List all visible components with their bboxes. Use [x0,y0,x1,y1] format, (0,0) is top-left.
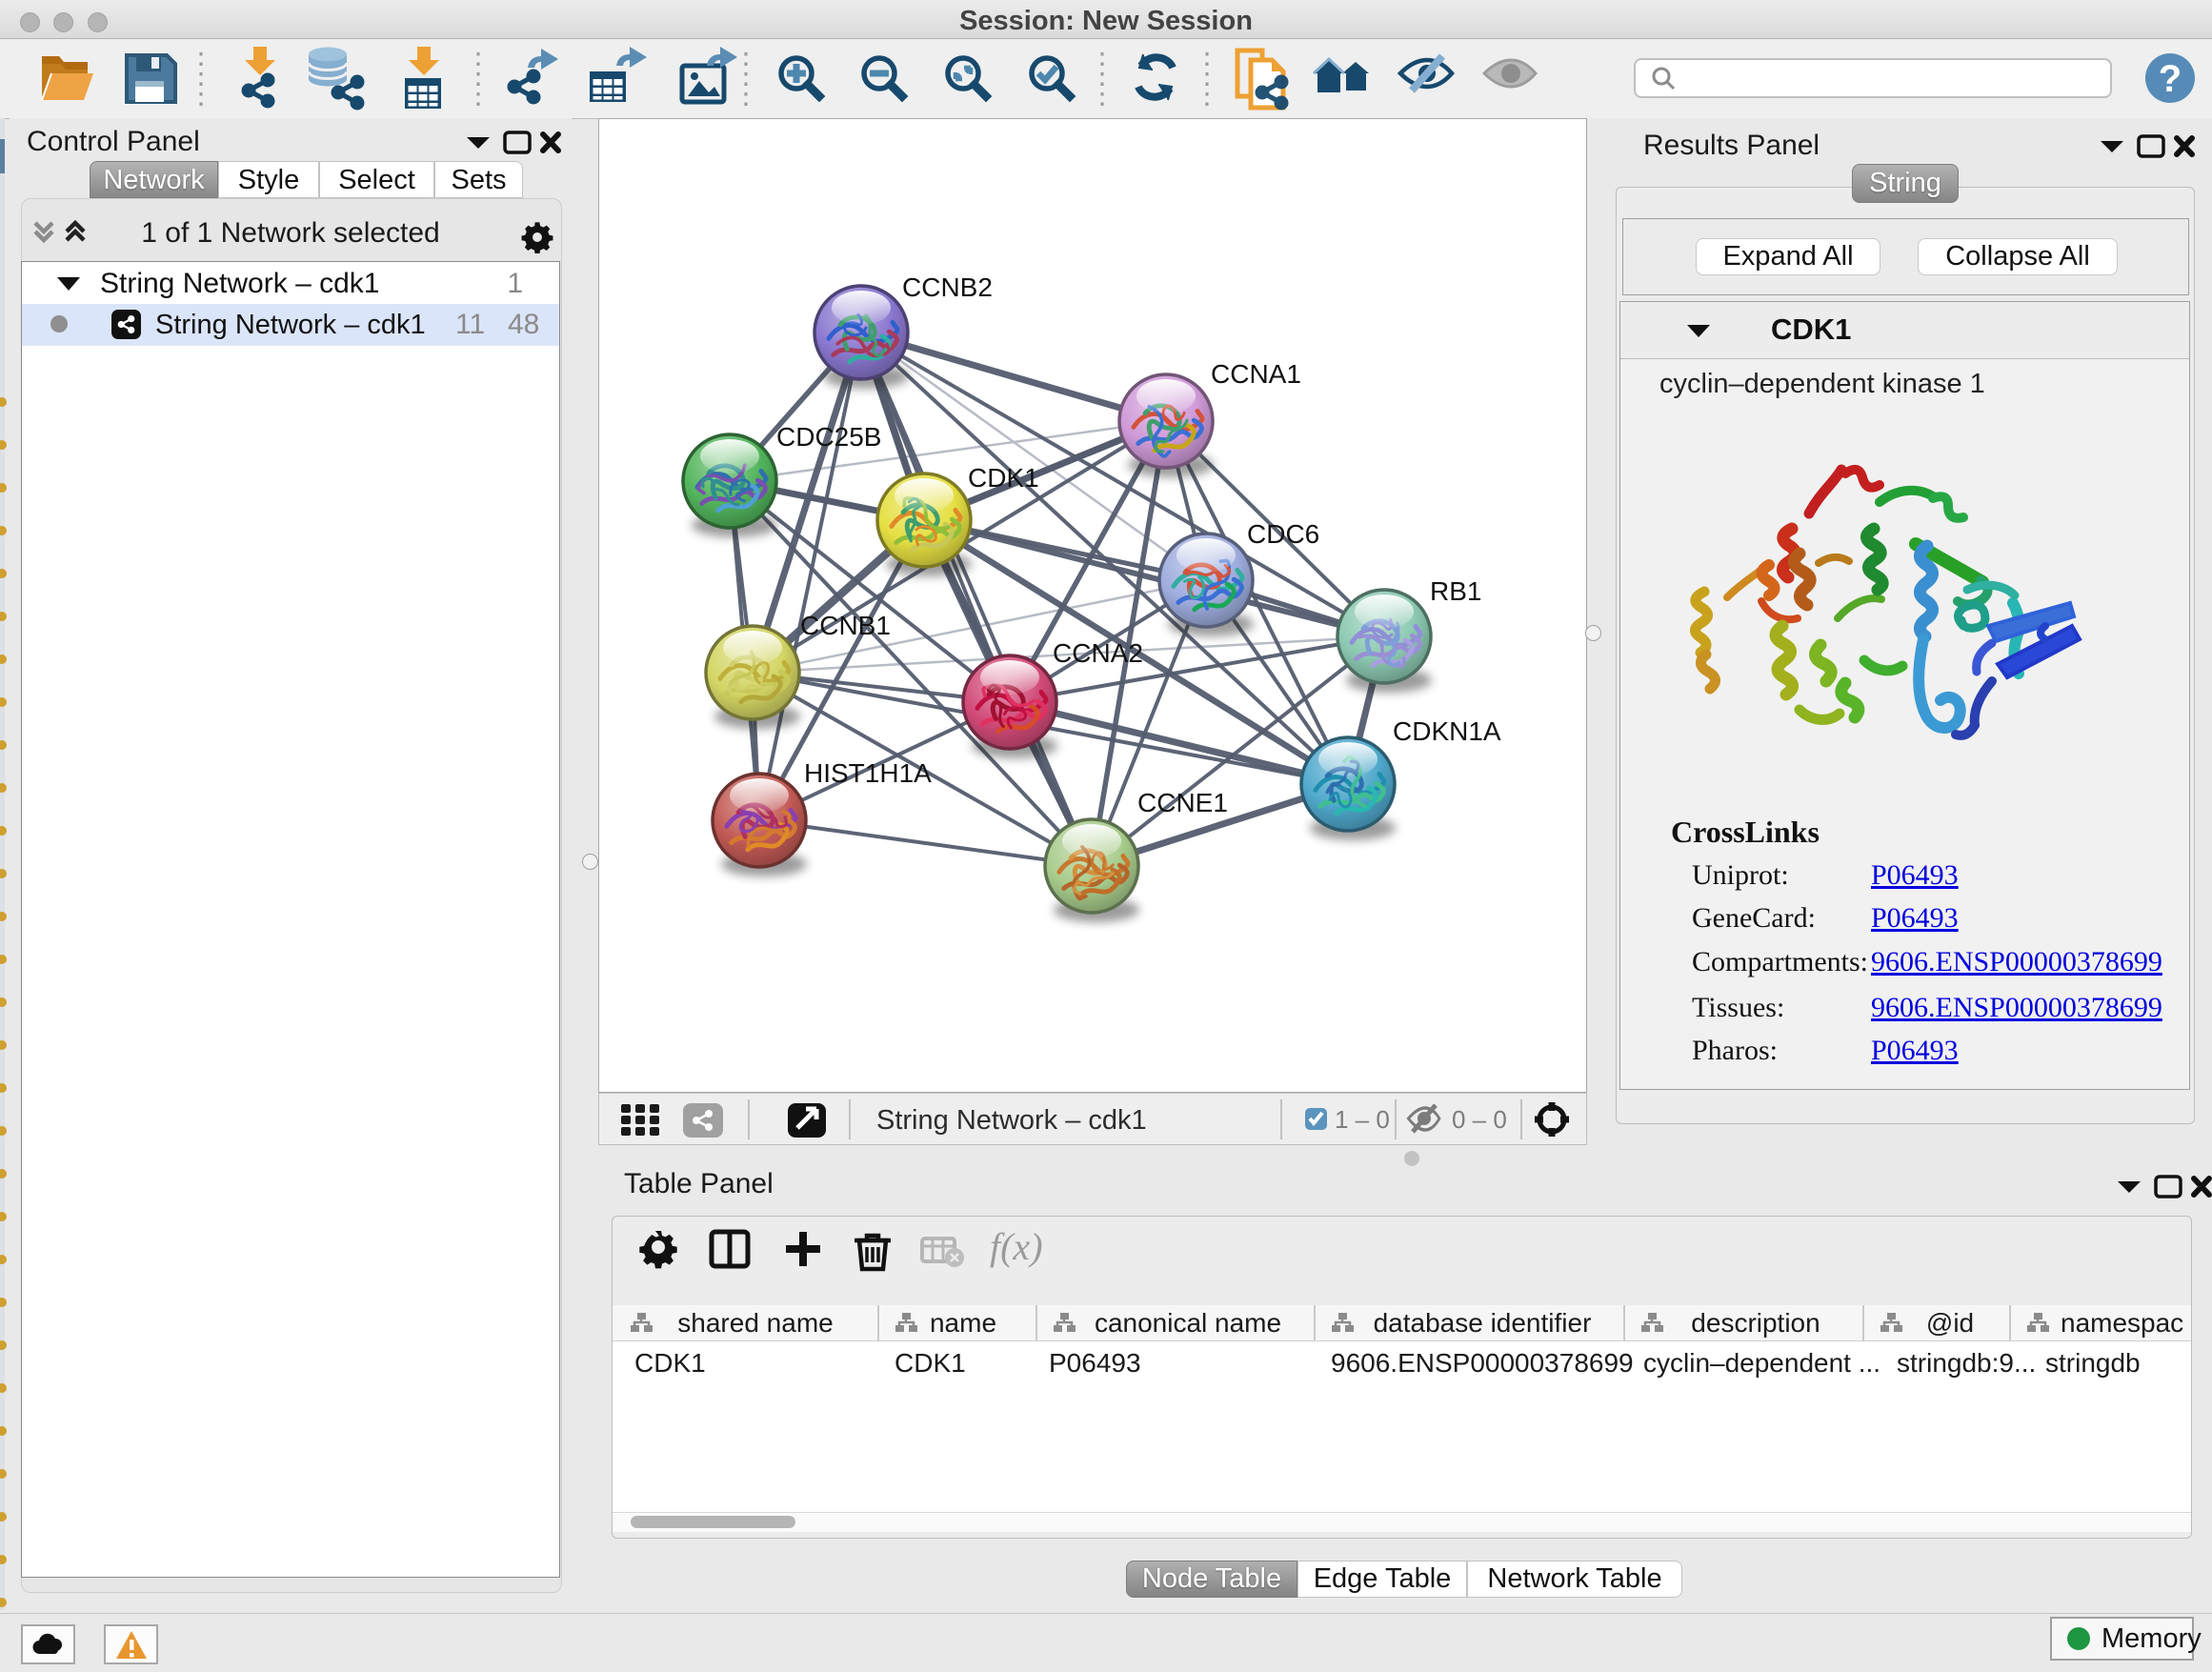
svg-text:database identifier: database identifier [1374,1308,1592,1338]
svg-text:CDKN1A: CDKN1A [1393,716,1501,746]
svg-text:@id: @id [1926,1308,1974,1338]
svg-text:CDK1: CDK1 [895,1348,966,1378]
svg-text:9606.ENSP00000378699: 9606.ENSP00000378699 [1331,1348,1634,1378]
svg-text:1 – 0: 1 – 0 [1335,1105,1390,1134]
svg-text:name: name [930,1308,996,1338]
svg-text:CCNB1: CCNB1 [800,611,891,640]
svg-text:P06493: P06493 [1049,1348,1141,1378]
svg-text:0 – 0: 0 – 0 [1452,1105,1507,1134]
svg-text:CDC6: CDC6 [1247,519,1319,549]
svg-text:CCNA2: CCNA2 [1053,638,1143,668]
svg-text:namespac: namespac [2061,1308,2183,1338]
svg-text:CDC25B: CDC25B [776,422,881,452]
svg-text:f(x): f(x) [990,1225,1043,1268]
svg-text:shared name: shared name [677,1308,833,1338]
svg-text:stringdb:9...: stringdb:9... [1897,1348,2036,1378]
svg-text:description: description [1691,1308,1820,1338]
svg-text:RB1: RB1 [1430,576,1481,606]
svg-text:HIST1H1A: HIST1H1A [804,758,932,788]
svg-text:canonical name: canonical name [1095,1308,1281,1338]
svg-text:CCNE1: CCNE1 [1137,788,1228,817]
svg-text:CDK1: CDK1 [634,1348,706,1378]
svg-text:CCNB2: CCNB2 [902,272,993,302]
svg-text:CDK1: CDK1 [968,463,1039,493]
svg-text:String Network – cdk1: String Network – cdk1 [876,1105,1147,1136]
svg-text:cyclin–dependent ...: cyclin–dependent ... [1643,1348,1880,1378]
svg-text:?: ? [2159,58,2182,100]
svg-text:stringdb: stringdb [2045,1348,2141,1378]
svg-text:CCNA1: CCNA1 [1211,359,1301,389]
